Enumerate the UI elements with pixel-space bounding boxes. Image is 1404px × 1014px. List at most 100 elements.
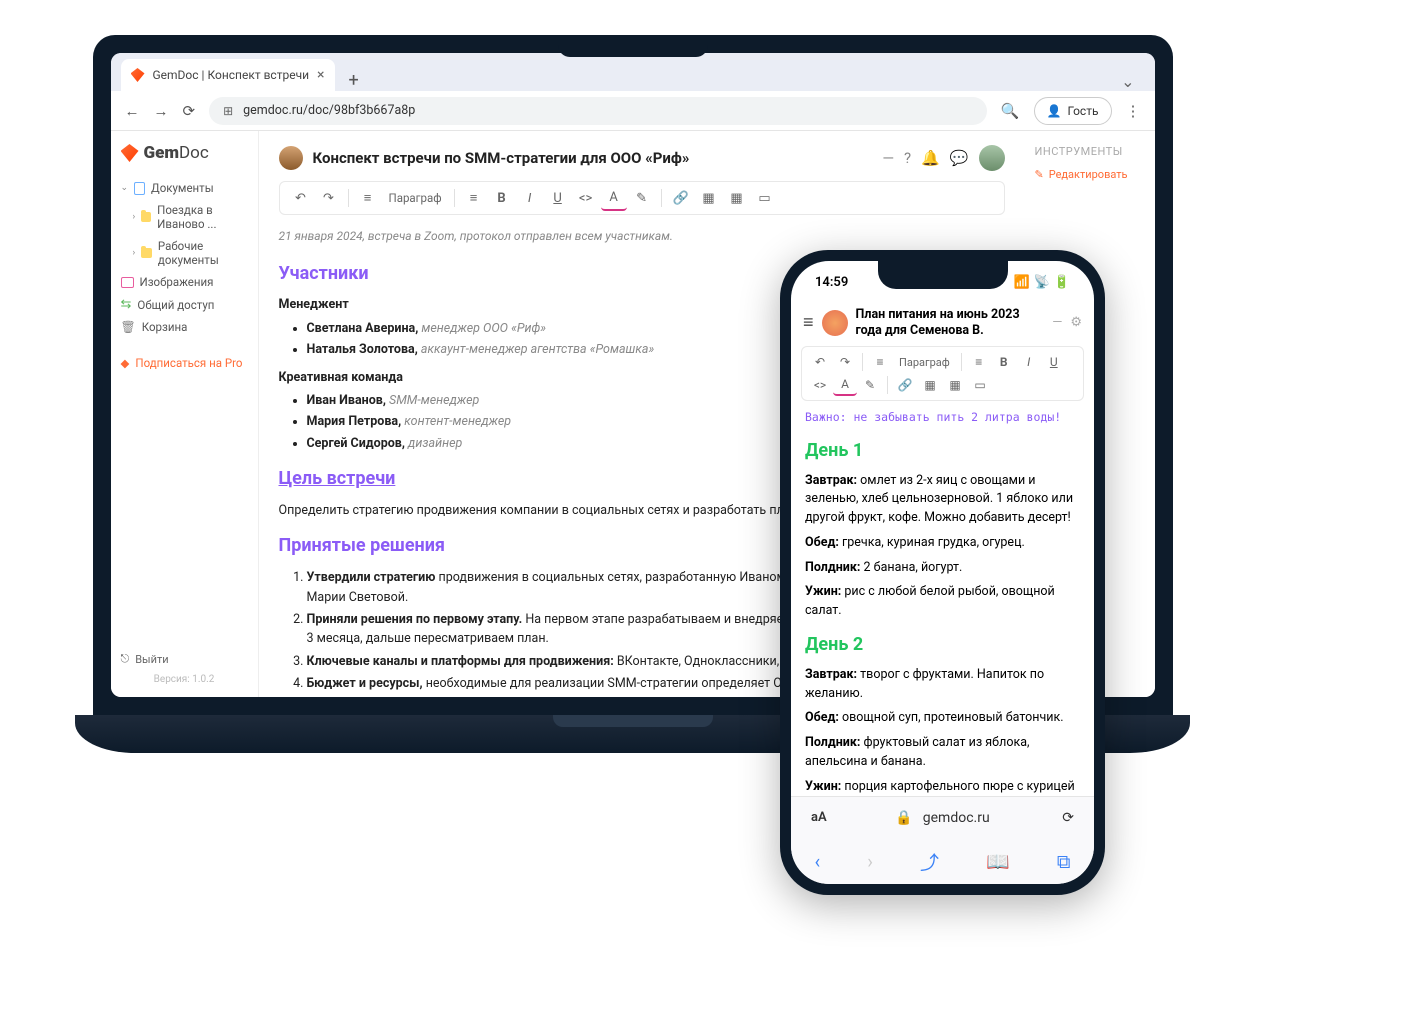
subscribe-pro-link[interactable]: ◆ Подписаться на Pro bbox=[121, 356, 248, 370]
code-button[interactable]: <> bbox=[808, 374, 832, 396]
align-icon[interactable]: ≡ bbox=[967, 351, 991, 373]
forward-button[interactable]: › bbox=[867, 850, 873, 873]
chevron-down-icon[interactable]: ⌄ bbox=[1111, 72, 1144, 91]
undo-button[interactable]: ↶ bbox=[808, 351, 832, 373]
trash-icon: 🗑 bbox=[121, 320, 136, 334]
browser-tab[interactable]: GemDoc | Конспект встречи × bbox=[121, 59, 335, 91]
profile-chip[interactable]: 👤 Гость bbox=[1034, 97, 1112, 125]
embed-button[interactable]: ▭ bbox=[752, 185, 778, 211]
url-domain: gemdoc.ru bbox=[923, 810, 990, 826]
italic-button[interactable]: I bbox=[517, 185, 543, 211]
indent-icon[interactable]: ≡ bbox=[355, 185, 381, 211]
sidebar-item-images[interactable]: Изображения bbox=[121, 271, 248, 293]
share-icon: ⇆ bbox=[121, 297, 132, 312]
table-button[interactable]: ▦ bbox=[943, 374, 967, 396]
embed-button[interactable]: ▭ bbox=[968, 374, 992, 396]
safari-address-bar[interactable]: аА 🔒 gemdoc.ru ⟳ bbox=[791, 796, 1094, 838]
logout-button[interactable]: ⎋ Выйти bbox=[121, 652, 248, 666]
help-icon[interactable]: ? bbox=[904, 149, 911, 167]
close-tab-icon[interactable]: × bbox=[317, 67, 324, 83]
share-button[interactable]: ⤴ bbox=[920, 848, 939, 875]
meta-text: 21 января 2024, встреча в Zoom, протокол… bbox=[279, 227, 1005, 246]
tabs-button[interactable]: ⧉ bbox=[1057, 850, 1071, 873]
minimize-icon[interactable]: — bbox=[882, 149, 894, 167]
mobile-doc-header: ≡ План питания на июнь 2023 года для Сем… bbox=[791, 303, 1094, 346]
logout-icon: ⎋ bbox=[121, 652, 130, 666]
reload-button[interactable]: ⟳ bbox=[1062, 810, 1074, 826]
menu-icon[interactable]: ⋮ bbox=[1126, 102, 1141, 120]
reload-button[interactable]: ⟳ bbox=[183, 102, 196, 120]
edit-icon: ✎ bbox=[1035, 168, 1044, 181]
heading-day2: День 2 bbox=[805, 631, 1080, 658]
link-button[interactable]: 🔗 bbox=[668, 185, 694, 211]
document-title[interactable]: Конспект встречи по SMM-стратегии для ОО… bbox=[313, 149, 690, 167]
image-icon bbox=[121, 277, 134, 288]
text-size-button[interactable]: аА bbox=[811, 810, 827, 825]
url-text: gemdoc.ru/doc/98bf3b667a8p bbox=[243, 103, 415, 118]
italic-button[interactable]: I bbox=[1017, 351, 1041, 373]
table-button[interactable]: ▦ bbox=[724, 185, 750, 211]
minimize-icon[interactable]: — bbox=[1052, 315, 1062, 330]
menu-icon[interactable]: ≡ bbox=[803, 312, 814, 333]
underline-button[interactable]: U bbox=[1042, 351, 1066, 373]
document-avatar bbox=[279, 146, 303, 170]
zoom-icon[interactable]: 🔍 bbox=[1001, 102, 1020, 120]
address-bar[interactable]: ⊞ gemdoc.ru/doc/98bf3b667a8p bbox=[209, 97, 987, 125]
code-button[interactable]: <> bbox=[573, 185, 599, 211]
heading-day1: День 1 bbox=[805, 437, 1080, 464]
wifi-icon: 📡 bbox=[1034, 275, 1050, 290]
sidebar: GemDoc ⌄ Документы › Поездка в Иваново .… bbox=[111, 131, 259, 697]
sidebar-item-folder[interactable]: › Поездка в Иваново ... bbox=[121, 199, 248, 235]
back-button[interactable]: ‹ bbox=[815, 850, 821, 873]
chevron-right-icon: › bbox=[133, 212, 136, 222]
mobile-document-content[interactable]: Важно: не забывать пить 2 литра воды! Де… bbox=[791, 409, 1094, 796]
indent-icon[interactable]: ≡ bbox=[868, 351, 892, 373]
mobile-editor-toolbar: ↶ ↷ ≡ Параграф ≡ B I U <> A ✎ 🔗 ▦ ▦ ▭ bbox=[801, 346, 1084, 401]
text-color-button[interactable]: A bbox=[601, 185, 627, 211]
user-avatar[interactable] bbox=[979, 145, 1005, 171]
document-title[interactable]: План питания на июнь 2023 года для Семен… bbox=[856, 307, 1045, 338]
site-settings-icon[interactable]: ⊞ bbox=[223, 104, 233, 118]
chat-icon[interactable]: 💬 bbox=[950, 149, 969, 167]
editor-toolbar: ↶ ↷ ≡ Параграф ≡ B I U <> A ✎ bbox=[279, 181, 1005, 215]
bell-icon[interactable]: 🔔 bbox=[921, 149, 940, 167]
redo-button[interactable]: ↷ bbox=[833, 351, 857, 373]
underline-button[interactable]: U bbox=[545, 185, 571, 211]
link-button[interactable]: 🔗 bbox=[893, 374, 917, 396]
bookmarks-button[interactable]: 📖 bbox=[986, 850, 1010, 873]
document-icon bbox=[134, 182, 145, 195]
phone-mockup: 14:59 📶 📡 🔋 ≡ План питания на июнь 2023 … bbox=[780, 250, 1105, 895]
sidebar-item-documents[interactable]: ⌄ Документы bbox=[121, 177, 248, 199]
image-button[interactable]: ▦ bbox=[918, 374, 942, 396]
undo-button[interactable]: ↶ bbox=[288, 185, 314, 211]
text-color-button[interactable]: A bbox=[833, 374, 857, 396]
tools-title: ИНСТРУМЕНТЫ bbox=[1035, 145, 1145, 158]
image-button[interactable]: ▦ bbox=[696, 185, 722, 211]
browser-tab-bar: GemDoc | Конспект встречи × + ⌄ bbox=[111, 53, 1155, 91]
sidebar-item-trash[interactable]: 🗑 Корзина bbox=[121, 316, 248, 338]
app-logo[interactable]: GemDoc bbox=[121, 143, 248, 163]
back-button[interactable]: ← bbox=[125, 102, 140, 120]
sidebar-item-shared[interactable]: ⇆ Общий доступ bbox=[121, 293, 248, 316]
new-tab-button[interactable]: + bbox=[341, 70, 367, 91]
highlight-button[interactable]: ✎ bbox=[858, 374, 882, 396]
status-time: 14:59 bbox=[815, 275, 848, 290]
bold-button[interactable]: B bbox=[992, 351, 1016, 373]
align-icon[interactable]: ≡ bbox=[461, 185, 487, 211]
redo-button[interactable]: ↷ bbox=[316, 185, 342, 211]
gem-icon bbox=[121, 144, 139, 162]
edit-tool-link[interactable]: ✎ Редактировать bbox=[1035, 168, 1145, 181]
bold-button[interactable]: B bbox=[489, 185, 515, 211]
settings-icon[interactable]: ⚙ bbox=[1070, 315, 1082, 330]
highlight-button[interactable]: ✎ bbox=[629, 185, 655, 211]
document-header: Конспект встречи по SMM-стратегии для ОО… bbox=[279, 145, 1005, 171]
important-note: Важно: не забывать пить 2 литра воды! bbox=[805, 409, 1080, 426]
block-select[interactable]: Параграф bbox=[893, 356, 956, 369]
lock-icon: 🔒 bbox=[895, 810, 912, 826]
forward-button[interactable]: → bbox=[154, 102, 169, 120]
gem-icon bbox=[131, 68, 145, 82]
signal-icon: 📶 bbox=[1013, 275, 1029, 290]
sidebar-item-folder[interactable]: › Рабочие документы bbox=[121, 235, 248, 271]
user-icon: 👤 bbox=[1047, 104, 1062, 118]
block-select[interactable]: Параграф bbox=[383, 191, 448, 205]
